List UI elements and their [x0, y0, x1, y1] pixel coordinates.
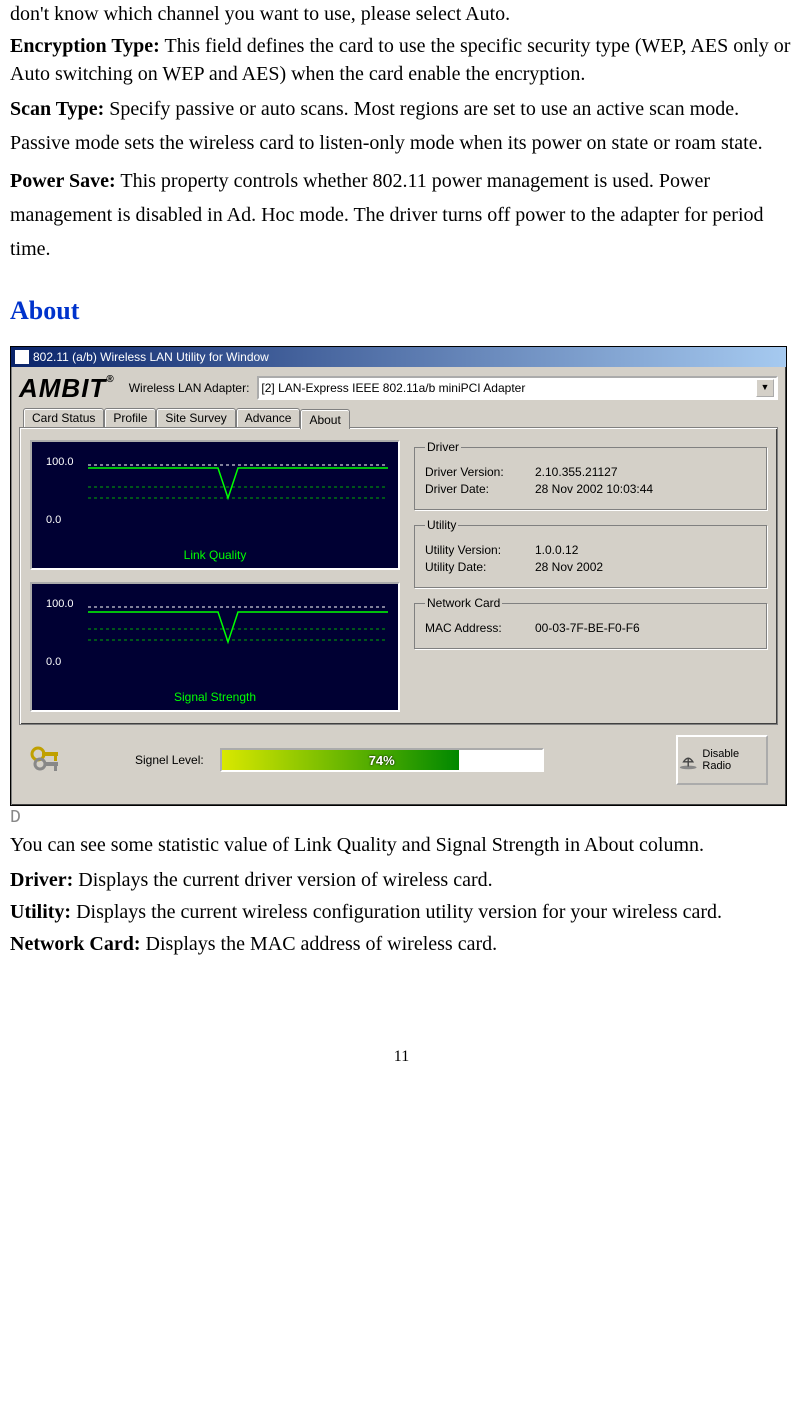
- adapter-dropdown[interactable]: [2] LAN-Express IEEE 802.11a/b miniPCI A…: [257, 376, 778, 400]
- signal-strength-line: [88, 602, 388, 672]
- mac-address-key: MAC Address:: [425, 621, 535, 635]
- chart-ytick-hi: 100.0: [46, 598, 74, 610]
- utility-version-value: 1.0.0.12: [535, 543, 578, 557]
- mac-address-value: 00-03-7F-BE-F0-F6: [535, 621, 640, 635]
- utility-label: Utility:: [10, 901, 71, 923]
- body-text: Encryption Type: This field defines the …: [10, 32, 793, 88]
- driver-date-value: 28 Nov 2002 10:03:44: [535, 482, 653, 496]
- driver-group: Driver Driver Version:2.10.355.21127 Dri…: [414, 440, 767, 510]
- signal-level-label: Signel Level:: [135, 753, 204, 767]
- driver-label: Driver:: [10, 869, 73, 891]
- tab-site-survey[interactable]: Site Survey: [156, 408, 235, 428]
- signal-level-bar: 74%: [220, 748, 544, 772]
- utility-text: Displays the current wireless configurat…: [71, 901, 722, 923]
- ambit-logo: AMBIT®: [19, 375, 115, 401]
- body-text: Utility: Displays the current wireless c…: [10, 898, 793, 926]
- tab-card-status[interactable]: Card Status: [23, 408, 104, 428]
- network-card-label: Network Card:: [10, 933, 141, 955]
- body-text: don't know which channel you want to use…: [10, 0, 793, 28]
- satellite-icon: [678, 749, 698, 771]
- driver-version-value: 2.10.355.21127: [535, 465, 618, 479]
- tab-strip: Card Status Profile Site Survey Advance …: [23, 408, 778, 428]
- power-save-text: This property controls whether 802.11 po…: [10, 170, 764, 260]
- driver-date-key: Driver Date:: [425, 482, 535, 496]
- driver-legend: Driver: [425, 440, 461, 454]
- body-text: Power Save: This property controls wheth…: [10, 164, 793, 266]
- utility-legend: Utility: [425, 518, 458, 532]
- wlan-utility-window: 802.11 (a/b) Wireless LAN Utility for Wi…: [10, 346, 787, 806]
- utility-date-key: Utility Date:: [425, 560, 535, 574]
- tab-advance[interactable]: Advance: [236, 408, 301, 428]
- tab-about[interactable]: About: [300, 409, 349, 429]
- body-text: Driver: Displays the current driver vers…: [10, 866, 793, 894]
- chevron-down-icon[interactable]: ▼: [756, 379, 774, 397]
- chart-ytick-lo: 0.0: [46, 656, 61, 668]
- titlebar[interactable]: 802.11 (a/b) Wireless LAN Utility for Wi…: [11, 347, 786, 367]
- scan-type-label: Scan Type:: [10, 98, 104, 120]
- tab-profile[interactable]: Profile: [104, 408, 156, 428]
- scan-type-text: Specify passive or auto scans. Most regi…: [10, 98, 763, 154]
- utility-version-key: Utility Version:: [425, 543, 535, 557]
- network-card-group: Network Card MAC Address:00-03-7F-BE-F0-…: [414, 596, 767, 649]
- signal-strength-label: Signal Strength: [32, 690, 398, 704]
- section-title-about: About: [10, 296, 793, 326]
- app-icon: [15, 350, 29, 364]
- power-save-label: Power Save:: [10, 170, 116, 192]
- disable-radio-label: Disable Radio: [702, 748, 766, 772]
- window-title: 802.11 (a/b) Wireless LAN Utility for Wi…: [33, 350, 269, 364]
- body-text: Scan Type: Specify passive or auto scans…: [10, 92, 793, 160]
- about-description: You can see some statistic value of Link…: [10, 828, 793, 862]
- utility-group: Utility Utility Version:1.0.0.12 Utility…: [414, 518, 767, 588]
- driver-text: Displays the current driver version of w…: [73, 869, 492, 891]
- adapter-value: [2] LAN-Express IEEE 802.11a/b miniPCI A…: [261, 381, 525, 395]
- chart-ytick-lo: 0.0: [46, 514, 61, 526]
- network-card-text: Displays the MAC address of wireless car…: [141, 933, 498, 955]
- driver-version-key: Driver Version:: [425, 465, 535, 479]
- signal-strength-chart: 100.0 0.0 Signal Strength: [30, 582, 400, 712]
- disable-radio-button[interactable]: Disable Radio: [676, 735, 768, 785]
- keys-icon: [29, 744, 63, 776]
- utility-date-value: 28 Nov 2002: [535, 560, 603, 574]
- encryption-type-label: Encryption Type:: [10, 35, 160, 57]
- stray-char: D: [10, 808, 793, 828]
- link-quality-label: Link Quality: [32, 548, 398, 562]
- chart-ytick-hi: 100.0: [46, 456, 74, 468]
- page-number: 11: [10, 1048, 793, 1066]
- adapter-label: Wireless LAN Adapter:: [129, 381, 250, 395]
- body-text: Network Card: Displays the MAC address o…: [10, 930, 793, 958]
- link-quality-chart: 100.0 0.0 Link Quality: [30, 440, 400, 570]
- link-quality-line: [88, 460, 388, 530]
- signal-level-value: 74%: [222, 750, 542, 770]
- network-card-legend: Network Card: [425, 596, 502, 610]
